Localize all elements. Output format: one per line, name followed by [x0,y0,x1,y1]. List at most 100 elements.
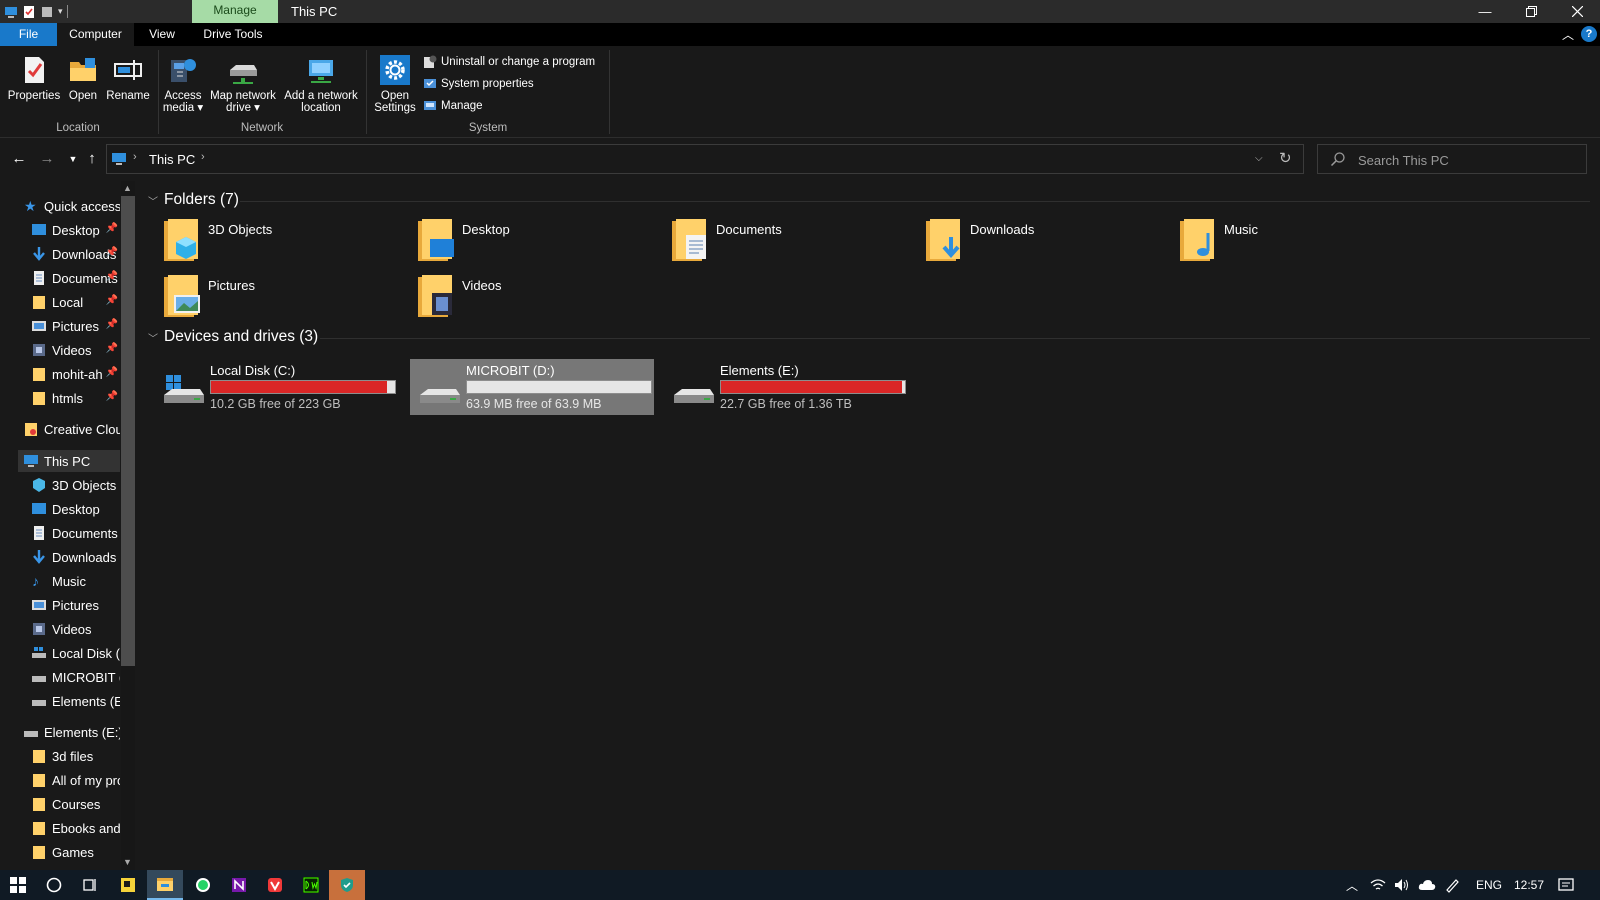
language-indicator[interactable]: ENG [1476,870,1502,900]
folder-downloads[interactable]: Downloads [924,217,1164,269]
search-input[interactable] [1356,151,1576,169]
search-taskbar-button[interactable] [36,870,72,900]
properties-button[interactable]: Properties [6,54,62,102]
uninstall-program-button[interactable]: Uninstall or change a program [423,52,595,72]
up-button[interactable]: ↑ [83,149,101,169]
new-folder-qat-icon[interactable] [40,5,54,19]
sidebar-item-ebooks[interactable]: Ebooks and [32,817,120,839]
start-button[interactable] [0,870,36,900]
pin-icon[interactable]: 📌 [106,271,118,282]
pin-icon[interactable]: 📌 [106,343,118,354]
forward-button[interactable]: → [38,149,56,169]
rename-button[interactable]: Rename [104,54,152,102]
back-button[interactable]: ← [10,149,28,169]
help-icon[interactable]: ? [1581,26,1597,42]
sidebar-quick-access[interactable]: ★ Quick access [24,195,120,217]
search-box[interactable] [1317,144,1587,174]
add-network-location-button[interactable]: Add a network location [282,54,360,114]
drive-elements-e[interactable]: Elements (E:) 22.7 GB free of 1.36 TB [664,359,908,415]
pin-icon[interactable]: 📌 [106,223,118,234]
folder-desktop[interactable]: Desktop [416,217,656,269]
pin-icon[interactable]: 📌 [106,391,118,402]
volume-control[interactable] [1394,870,1410,900]
taskbar-sticky-notes[interactable] [110,870,146,900]
scrollbar-thumb[interactable] [121,196,135,666]
breadcrumb-this-pc[interactable]: This PC [149,152,195,167]
taskbar-security-app[interactable] [329,870,365,900]
pin-icon[interactable]: 📌 [106,295,118,306]
refresh-icon[interactable]: ↻ [1279,149,1292,167]
address-bar[interactable]: › This PC › ⌵ ↻ [106,144,1304,174]
minimize-button[interactable]: — [1462,0,1508,23]
manage-context-tab[interactable]: Manage [192,0,278,23]
sidebar-item-mohit[interactable]: mohit-ah 📌 [32,363,120,385]
taskbar-file-explorer[interactable] [147,870,183,900]
sidebar-item-desktop[interactable]: Desktop 📌 [32,219,120,241]
sidebar-item-desktop[interactable]: Desktop [32,498,120,520]
folder-pictures[interactable]: Pictures [162,273,402,325]
sidebar-item-local[interactable]: Local 📌 [32,291,120,313]
network-status[interactable] [1370,870,1386,900]
open-button[interactable]: Open [66,54,100,102]
drive-local-disk-c[interactable]: Local Disk (C:) 10.2 GB free of 223 GB [154,359,398,415]
properties-qat-icon[interactable] [22,5,36,19]
pin-icon[interactable]: 📌 [106,367,118,378]
sidebar-item-documents[interactable]: Documents 📌 [32,267,120,289]
breadcrumb-chevron-icon[interactable]: › [201,151,205,163]
pin-icon[interactable]: 📌 [106,247,118,258]
system-properties-button[interactable]: System properties [423,74,534,94]
onedrive-status[interactable] [1418,870,1436,900]
scroll-up-icon[interactable]: ▲ [123,183,132,193]
address-history-dropdown-icon[interactable]: ⌵ [1255,153,1263,164]
folder-documents[interactable]: Documents [670,217,910,269]
sidebar-creative-cloud[interactable]: Creative Cloud Files [24,418,120,440]
taskbar-dreamweaver[interactable] [293,870,329,900]
recent-locations-button[interactable]: ▼ [64,149,82,169]
close-button[interactable] [1554,0,1600,23]
access-media-button[interactable]: Access media ▾ [162,54,204,114]
open-settings-button[interactable]: Open Settings [372,54,418,114]
pin-icon[interactable]: 📌 [106,319,118,330]
sidebar-item-downloads[interactable]: Downloads 📌 [32,243,120,265]
sidebar-item-3d-objects[interactable]: 3D Objects [32,474,120,496]
sidebar-item-microbit-d[interactable]: MICROBIT (D:) [32,666,120,688]
sidebar-item-documents[interactable]: Documents [32,522,120,544]
tab-file[interactable]: File [0,23,57,46]
sidebar-item-htmls[interactable]: htmls 📌 [32,387,120,409]
sidebar-item-courses[interactable]: Courses [32,793,120,815]
sidebar-item-videos[interactable]: Videos 📌 [32,339,120,361]
manage-button[interactable]: Manage [423,96,483,116]
pen-workspace-button[interactable] [1444,870,1460,900]
folder-music[interactable]: Music [1178,217,1418,269]
collapse-ribbon-icon[interactable]: ︿ [1562,26,1574,43]
folder-3d-objects[interactable]: 3D Objects [162,217,402,269]
sidebar-item-games[interactable]: Games [32,841,120,863]
drives-section-header[interactable]: ﹀ Devices and drives (3) [148,326,318,348]
taskbar-vivaldi[interactable] [257,870,293,900]
action-center-button[interactable] [1558,870,1574,900]
sidebar-item-music[interactable]: ♪ Music [32,570,120,592]
tab-drive-tools[interactable]: Drive Tools [196,23,270,46]
map-network-drive-button[interactable]: Map network drive ▾ [206,54,280,114]
tab-computer[interactable]: Computer [57,23,134,46]
pc-icon[interactable] [4,5,18,19]
task-view-button[interactable] [72,870,108,900]
sidebar-this-pc[interactable]: This PC [18,450,120,472]
sidebar-item-projects[interactable]: All of my projects [32,769,120,791]
folders-section-header[interactable]: ﹀ Folders (7) [148,189,239,211]
restore-button[interactable] [1508,0,1554,23]
scroll-down-icon[interactable]: ▼ [123,857,132,867]
taskbar-whatsapp[interactable] [185,870,221,900]
sidebar-item-videos[interactable]: Videos [32,618,120,640]
sidebar-elements-drive[interactable]: Elements (E:) [24,721,120,743]
sidebar-item-pictures[interactable]: Pictures [32,594,120,616]
qat-dropdown-icon[interactable]: ▾ [58,6,63,17]
show-hidden-icons-button[interactable]: ︿ [1346,870,1358,900]
sidebar-item-pictures[interactable]: Pictures 📌 [32,315,120,337]
sidebar-scrollbar[interactable]: ▲ ▼ [121,181,135,870]
tab-view[interactable]: View [145,23,179,46]
sidebar-item-downloads[interactable]: Downloads [32,546,120,568]
folder-videos[interactable]: Videos [416,273,656,325]
sidebar-item-elements-e[interactable]: Elements (E:) [32,690,120,712]
sidebar-item-local-disk-c[interactable]: Local Disk (C:) [32,642,120,664]
